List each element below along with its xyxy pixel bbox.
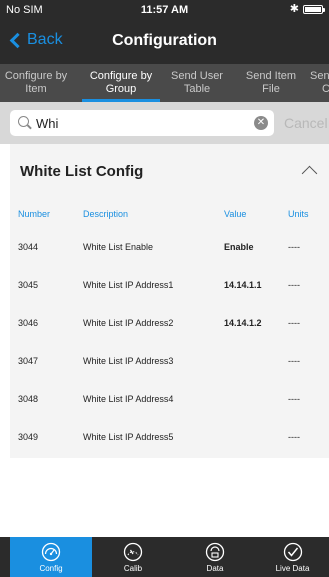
- bottom-tab-label: Config: [39, 564, 63, 573]
- cell-description: White List IP Address4: [83, 394, 174, 404]
- cell-value: Enable: [224, 242, 254, 252]
- config-tabs: Configure by Item Configure by Group Sen…: [0, 64, 329, 102]
- app-screen: No SIM 11:57 AM ✱ Back Configuration Con…: [0, 0, 329, 577]
- navigation-bar: Back Configuration: [0, 20, 329, 64]
- table-row[interactable]: 3049 White List IP Address5 ----: [10, 418, 329, 456]
- bluetooth-icon: ✱: [289, 3, 299, 15]
- tab-label-line1: Configure by: [4, 70, 68, 82]
- bottom-tab-data[interactable]: Data: [174, 537, 256, 577]
- battery-icon: [303, 5, 325, 14]
- table-row[interactable]: 3046 White List IP Address2 14.14.1.2 --…: [10, 304, 329, 342]
- cell-description: White List IP Address3: [83, 356, 174, 366]
- tab-partial[interactable]: Sen C: [308, 64, 329, 102]
- cell-units: ----: [288, 318, 300, 328]
- cell-description: White List IP Address1: [83, 280, 174, 290]
- tab-configure-by-group[interactable]: Configure by Group: [82, 64, 160, 102]
- section-title: White List Config: [20, 163, 144, 180]
- cell-description: White List IP Address5: [83, 432, 174, 442]
- table-row[interactable]: 3045 White List IP Address1 14.14.1.1 --…: [10, 266, 329, 304]
- header-description: Description: [83, 209, 129, 219]
- gauge-calib-icon: [123, 542, 143, 562]
- bottom-tab-calib[interactable]: Calib: [92, 537, 174, 577]
- status-bar: No SIM 11:57 AM ✱: [0, 0, 329, 20]
- cell-number: 3045: [18, 280, 39, 290]
- clock: 11:57 AM: [140, 4, 189, 16]
- cell-number: 3046: [18, 318, 39, 328]
- clear-icon[interactable]: ✕: [254, 116, 268, 130]
- table-header: Number Description Value Units: [10, 198, 329, 228]
- bottom-tab-config[interactable]: Config: [10, 537, 92, 577]
- tab-configure-by-item[interactable]: Configure by Item: [0, 64, 75, 102]
- table-row[interactable]: 3047 White List IP Address3 ----: [10, 342, 329, 380]
- cell-units: ----: [288, 242, 300, 252]
- header-number: Number: [18, 209, 51, 219]
- page-title: Configuration: [112, 32, 217, 49]
- table-row[interactable]: 3044 White List Enable Enable ----: [10, 228, 329, 266]
- tab-label-line2: Group: [105, 83, 137, 95]
- tab-label-line1: Send User: [171, 70, 223, 82]
- tab-label-line1: Configure by: [89, 70, 153, 82]
- search-bar: ✕ Cancel: [0, 102, 329, 144]
- search-box: ✕: [10, 110, 274, 136]
- cell-units: ----: [288, 394, 300, 404]
- live-data-check-icon: [283, 542, 303, 562]
- header-units: Units: [288, 209, 309, 219]
- cell-number: 3047: [18, 356, 39, 366]
- tab-send-user-table[interactable]: Send User Table: [158, 64, 236, 102]
- cell-units: ----: [288, 432, 300, 442]
- cell-number: 3048: [18, 394, 39, 404]
- header-value: Value: [224, 209, 247, 219]
- gauge-config-icon: [41, 542, 61, 562]
- cell-value: 14.14.1.1: [224, 280, 262, 290]
- tab-label-line1: Send Item: [245, 70, 297, 82]
- tab-label-line2: C: [322, 83, 329, 95]
- data-icon: [205, 542, 225, 562]
- tab-label-line2: File: [262, 83, 280, 95]
- cell-description: White List Enable: [83, 242, 154, 252]
- status-icons: ✱: [289, 3, 325, 15]
- tab-label-line2: Table: [183, 83, 211, 95]
- bottom-tab-label: Live Data: [275, 564, 310, 573]
- bottom-tab-label: Data: [206, 564, 224, 573]
- search-input[interactable]: [36, 114, 236, 132]
- cell-number: 3044: [18, 242, 39, 252]
- bottom-tab-bar: Config Calib Data Live Data: [0, 537, 329, 577]
- tab-label-line2: Item: [25, 83, 47, 95]
- bottom-tab-label: Calib: [123, 564, 143, 573]
- tab-send-item-file[interactable]: Send Item File: [232, 64, 310, 102]
- section-header[interactable]: White List Config: [10, 144, 329, 198]
- bottom-tab-live-data[interactable]: Live Data: [256, 537, 329, 577]
- config-table: Number Description Value Units 3044 Whit…: [10, 198, 329, 458]
- cell-number: 3049: [18, 432, 39, 442]
- cancel-button[interactable]: Cancel: [284, 115, 328, 131]
- tab-label-line1: Sen: [310, 70, 329, 82]
- cell-units: ----: [288, 356, 300, 366]
- cell-units: ----: [288, 280, 300, 290]
- cell-description: White List IP Address2: [83, 318, 174, 328]
- search-icon: [18, 116, 29, 127]
- table-row[interactable]: 3048 White List IP Address4 ----: [10, 380, 329, 418]
- cell-value: 14.14.1.2: [224, 318, 262, 328]
- chevron-up-icon[interactable]: [301, 165, 318, 182]
